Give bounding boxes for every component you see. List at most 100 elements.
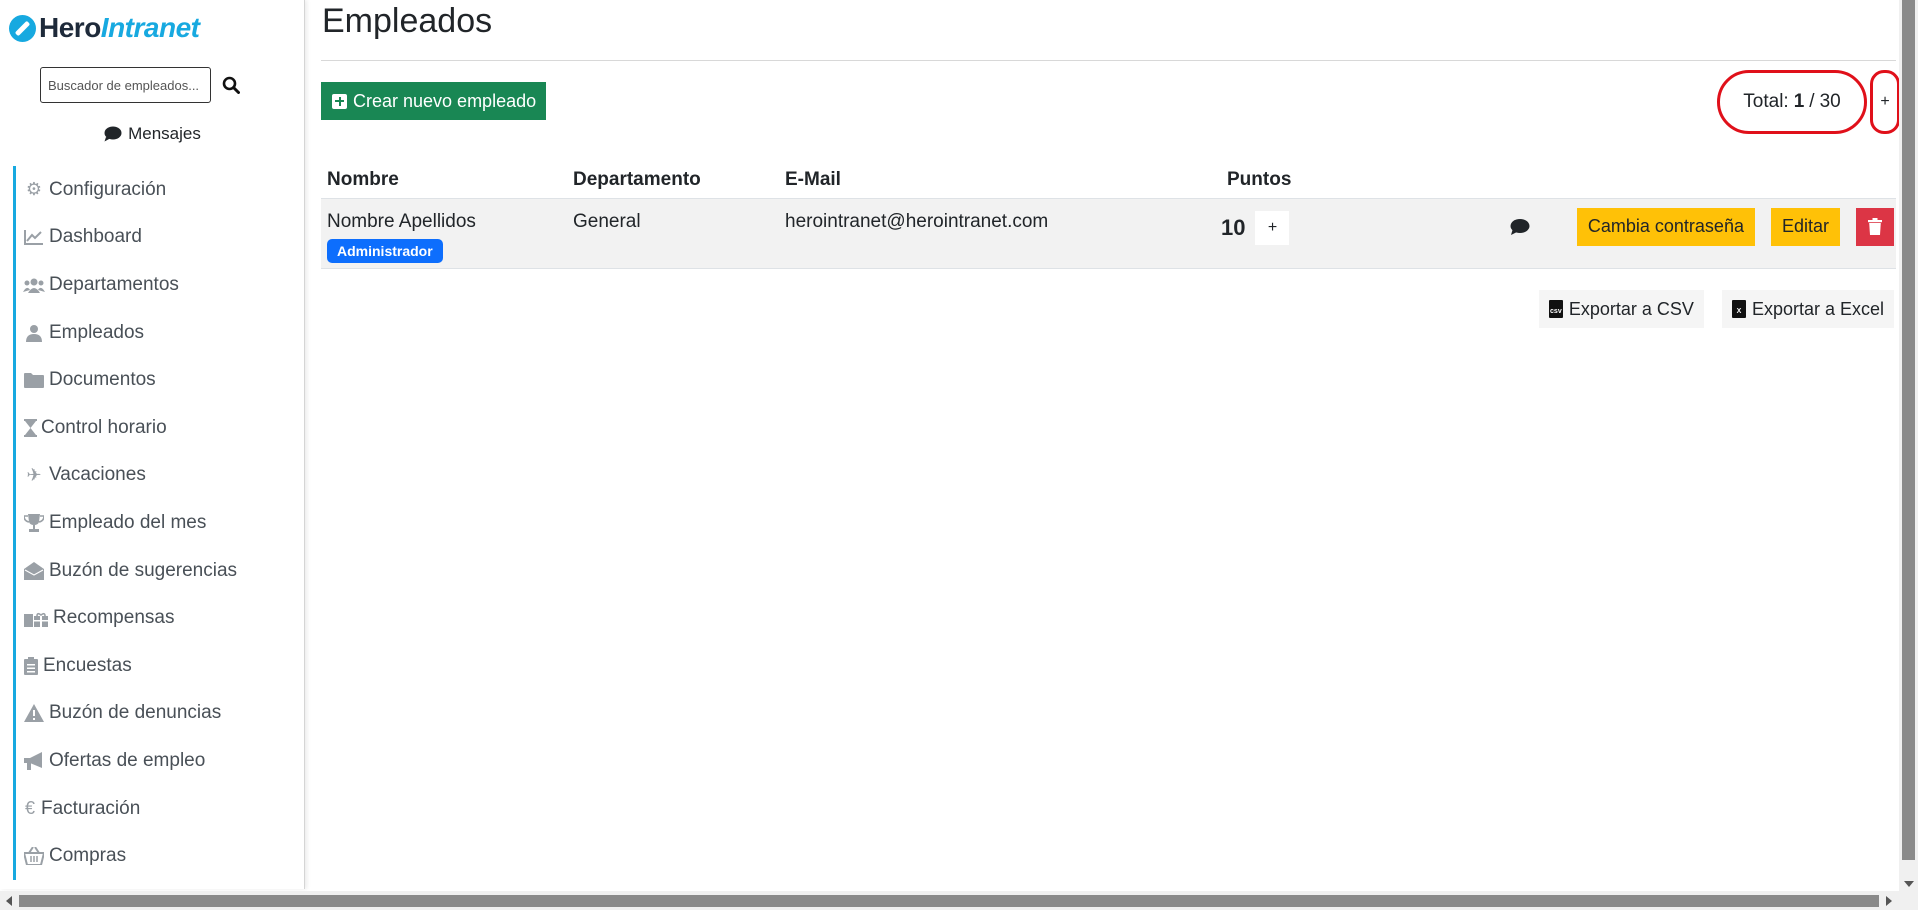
page-title: Empleados <box>322 2 493 40</box>
export-actions: csv Exportar a CSV X Exportar a Excel <box>1538 290 1894 328</box>
sidebar-item-control-horario[interactable]: Control horario <box>13 403 304 452</box>
sidebar-item-label: Buzón de denuncias <box>49 702 222 724</box>
sidebar-menu: ⚙ Configuración Dashboard Departamentos <box>13 166 304 880</box>
sidebar-item-buzon-denuncias[interactable]: Buzón de denuncias <box>13 689 304 738</box>
employee-name: Nombre Apellidos <box>327 210 476 232</box>
messages-label: Mensajes <box>128 124 201 143</box>
scroll-down-arrow-icon[interactable] <box>1904 881 1914 887</box>
vertical-scrollbar[interactable] <box>1899 0 1918 891</box>
logo-icon <box>9 14 36 42</box>
header-nombre: Nombre <box>327 168 399 190</box>
hourglass-icon <box>23 418 37 438</box>
header-actions <box>1397 162 1896 198</box>
sidebar-item-label: Encuestas <box>43 654 132 676</box>
gear-icon: ⚙ <box>25 179 43 200</box>
table-header-row: Nombre Departamento E-Mail Puntos <box>321 162 1896 198</box>
sidebar-item-label: Empleados <box>49 321 145 343</box>
envelope-open-icon <box>23 561 45 581</box>
cell-points: 10 + <box>1221 198 1397 268</box>
sidebar-item-ofertas-empleo[interactable]: Ofertas de empleo <box>13 737 304 785</box>
vertical-scroll-thumb[interactable] <box>1902 0 1915 860</box>
export-excel-button[interactable]: X Exportar a Excel <box>1721 290 1894 328</box>
add-more-highlight: + <box>1870 70 1900 134</box>
create-employee-button[interactable]: Crear nuevo empleado <box>321 82 547 120</box>
sidebar-item-label: Compras <box>49 845 127 867</box>
header-departamento: Departamento <box>573 168 701 190</box>
sidebar-item-label: Recompensas <box>53 607 175 629</box>
trophy-icon <box>23 513 45 533</box>
plane-icon: ✈ <box>26 464 42 485</box>
sidebar: HeroIntranet Mensajes ⚙ Configuración <box>0 0 305 889</box>
export-excel-label: Exportar a Excel <box>1751 298 1884 319</box>
add-points-button[interactable]: + <box>1255 210 1290 245</box>
sidebar-item-documentos[interactable]: Documentos <box>13 356 304 404</box>
employee-total-counter: Total: 1 / 30 <box>1717 70 1867 134</box>
sidebar-item-facturacion[interactable]: € Facturación <box>13 784 304 833</box>
add-more-employees-button[interactable]: + <box>1880 93 1889 111</box>
sidebar-item-label: Documentos <box>49 369 156 391</box>
sidebar-item-departamentos[interactable]: Departamentos <box>13 261 304 309</box>
total-max: 30 <box>1819 91 1841 112</box>
employees-table: Nombre Departamento E-Mail Puntos Nombre… <box>321 162 1896 269</box>
sidebar-item-label: Control horario <box>41 416 167 438</box>
sidebar-item-label: Facturación <box>41 797 141 819</box>
sidebar-item-buzon-sugerencias[interactable]: Buzón de sugerencias <box>13 546 304 595</box>
sidebar-item-configuracion[interactable]: ⚙ Configuración <box>13 166 304 214</box>
horizontal-scroll-thumb[interactable] <box>19 895 1879 907</box>
delete-button[interactable] <box>1856 207 1894 246</box>
sidebar-item-encuestas[interactable]: Encuestas <box>13 641 304 690</box>
sidebar-item-dashboard[interactable]: Dashboard <box>13 213 304 262</box>
clipboard-list-icon <box>23 656 39 676</box>
employee-search <box>40 67 249 103</box>
sidebar-item-label: Dashboard <box>49 226 142 248</box>
sidebar-item-label: Vacaciones <box>49 464 146 486</box>
sidebar-item-empleado-del-mes[interactable]: Empleado del mes <box>13 499 304 547</box>
points-group: 10 + <box>1221 210 1397 245</box>
users-icon <box>23 275 45 295</box>
sidebar-item-label: Ofertas de empleo <box>49 749 206 771</box>
sidebar-item-label: Configuración <box>49 178 167 200</box>
search-input[interactable] <box>40 67 211 103</box>
total-label: Total: <box>1743 91 1789 112</box>
plus-square-icon <box>332 93 347 109</box>
export-csv-button[interactable]: csv Exportar a CSV <box>1538 290 1704 328</box>
warning-icon <box>23 703 45 723</box>
sidebar-item-label: Buzón de sugerencias <box>49 559 238 581</box>
sidebar-item-label: Departamentos <box>49 273 179 295</box>
row-actions: Cambia contraseña Editar <box>1403 207 1896 246</box>
horizontal-scrollbar[interactable] <box>0 891 1918 910</box>
title-divider <box>321 60 1896 61</box>
logo-text-hero: Hero <box>39 12 101 43</box>
cell-email: herointranet@herointranet.com <box>785 210 1049 232</box>
sidebar-item-empleados[interactable]: Empleados <box>13 308 304 357</box>
create-employee-label: Crear nuevo empleado <box>353 90 537 111</box>
chart-line-icon <box>23 227 45 247</box>
table-row: Nombre Apellidos Administrador General h… <box>321 198 1896 268</box>
sidebar-item-vacaciones[interactable]: ✈ Vacaciones <box>13 451 304 500</box>
edit-button[interactable]: Editar <box>1770 207 1840 246</box>
logo[interactable]: Hero Intranet <box>9 8 200 48</box>
gifts-icon <box>23 608 49 628</box>
logo-text-intranet: Intranet <box>100 12 200 43</box>
role-badge: Administrador <box>327 238 443 263</box>
cell-actions: Cambia contraseña Editar <box>1397 198 1896 268</box>
file-csv-icon: csv <box>1548 300 1563 318</box>
scroll-right-arrow-icon[interactable] <box>1886 896 1892 906</box>
comment-icon <box>104 126 122 142</box>
export-csv-label: Exportar a CSV <box>1568 298 1694 319</box>
send-message-button[interactable] <box>1505 212 1535 242</box>
messages-link[interactable]: Mensajes <box>0 124 304 144</box>
basket-icon <box>23 846 45 866</box>
megaphone-icon <box>23 751 45 771</box>
search-button[interactable] <box>213 67 249 103</box>
sidebar-item-recompensas[interactable]: Recompensas <box>13 594 304 642</box>
change-password-button[interactable]: Cambia contraseña <box>1576 207 1755 246</box>
scroll-left-arrow-icon[interactable] <box>6 896 12 906</box>
search-icon <box>222 76 240 94</box>
sidebar-item-compras[interactable]: Compras <box>13 832 304 880</box>
comment-icon <box>1510 218 1530 235</box>
trash-icon <box>1868 218 1882 235</box>
folder-icon <box>23 370 45 390</box>
points-value: 10 <box>1221 214 1246 240</box>
header-puntos: Puntos <box>1227 168 1292 190</box>
